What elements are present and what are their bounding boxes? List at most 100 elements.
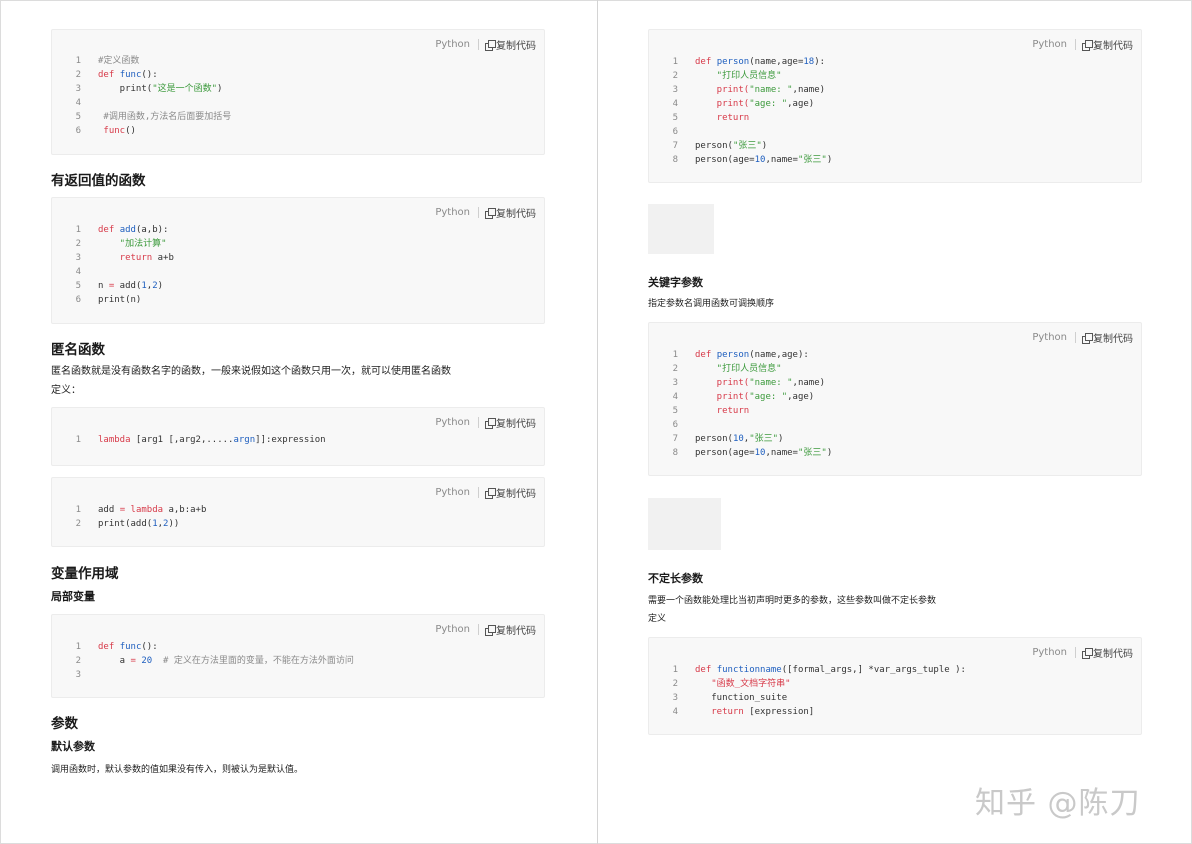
code-language-label: Python <box>435 624 479 635</box>
code-text: a <box>98 656 131 666</box>
copy-icon <box>485 488 496 499</box>
code-block: Python 复制代码 1 def add(a,b): 2 "加法计算" 3 re… <box>51 197 545 324</box>
default-parameters-description: 调用函数时，默认参数的值如果没有传入，则被认为是默认值。 <box>51 765 304 775</box>
copy-code-button[interactable]: 复制代码 <box>485 37 536 52</box>
line-number: 4 <box>75 267 81 277</box>
code-text: )) <box>168 519 180 529</box>
code-language-label: Python <box>435 487 479 498</box>
line-number: 1 <box>75 56 81 66</box>
heading-variable-length-parameters: 不定长参数 <box>648 572 703 585</box>
line-number: 3 <box>75 84 81 94</box>
page-divider <box>597 0 598 844</box>
code-language-label: Python <box>1032 39 1076 50</box>
code-text: ) <box>217 84 223 94</box>
copy-code-button[interactable]: 复制代码 <box>1082 330 1133 345</box>
code-comment: #调用函数,方法名后面要加括号 <box>98 112 232 122</box>
line-number: 3 <box>672 693 678 703</box>
line-number: 2 <box>75 656 81 666</box>
code-string: "张三" <box>797 448 827 458</box>
code-text: person(age= <box>695 155 755 165</box>
line-number: 5 <box>672 113 678 123</box>
line-number: 6 <box>672 127 678 137</box>
code-text: ) <box>761 141 768 151</box>
code-text: ,name= <box>765 155 798 165</box>
code-keyword: def <box>695 57 712 67</box>
code-text: add <box>98 505 120 515</box>
copy-code-button[interactable]: 复制代码 <box>1082 37 1133 52</box>
watermark: 知乎 @陈刀 <box>975 786 1141 821</box>
image-placeholder <box>648 498 721 550</box>
code-header: Python 复制代码 <box>435 37 536 52</box>
line-number: 1 <box>75 642 81 652</box>
code-text: a,b:a+b <box>163 505 207 515</box>
code-text: person( <box>695 434 733 444</box>
code-language-label: Python <box>435 207 479 218</box>
line-number: 1 <box>672 57 678 67</box>
code-string: "name: " <box>749 85 793 95</box>
code-function: func <box>119 642 142 652</box>
copy-code-button[interactable]: 复制代码 <box>1082 645 1133 660</box>
code-string: "打印人员信息" <box>695 71 782 81</box>
code-text: print(n) <box>98 295 142 305</box>
code-text: ,age) <box>787 99 815 109</box>
anonymous-description: 匿名函数就是没有函数名字的函数，一般来说假如这个函数只用一次，就可以使用匿名函数 <box>51 366 451 377</box>
code-string: "张三" <box>749 434 779 444</box>
code-comment: # 定义在方法里面的变量，不能在方法外面访问 <box>152 656 354 666</box>
code-text: ,name) <box>792 378 826 388</box>
code-text: print(add( <box>98 519 153 529</box>
copy-icon <box>1082 40 1093 51</box>
line-number: 2 <box>75 519 81 529</box>
copy-icon <box>485 418 496 429</box>
copy-code-button[interactable]: 复制代码 <box>485 485 536 500</box>
line-number: 6 <box>672 420 678 430</box>
code-keyword: return <box>695 406 750 416</box>
code-string: "age: " <box>749 99 788 109</box>
code-header: Python 复制代码 <box>435 415 536 430</box>
heading-keyword-parameters: 关键字参数 <box>648 276 703 289</box>
code-text: n <box>98 281 109 291</box>
code-identifier: argn <box>233 435 256 445</box>
line-number: 6 <box>75 295 81 305</box>
code-text: ) <box>826 448 833 458</box>
code-header: Python 复制代码 <box>435 485 536 500</box>
copy-code-label: 复制代码 <box>1093 41 1133 52</box>
line-number: 5 <box>672 406 678 416</box>
copy-code-label: 复制代码 <box>496 209 536 220</box>
copy-code-label: 复制代码 <box>496 419 536 430</box>
code-string: "函数_文档字符串" <box>695 679 791 689</box>
code-header: Python 复制代码 <box>435 622 536 637</box>
code-text: (): <box>141 642 158 652</box>
line-number: 6 <box>75 126 81 136</box>
code-keyword: return <box>695 113 750 123</box>
code-keyword: def <box>98 225 115 235</box>
code-string: "打印人员信息" <box>695 364 782 374</box>
code-number: 18 <box>803 57 815 67</box>
line-number: 3 <box>672 378 678 388</box>
code-text: a+b <box>152 253 174 263</box>
heading-default-parameters: 默认参数 <box>51 740 95 753</box>
code-block: Python 复制代码 1 def person(name,age=18): 2 … <box>648 29 1142 183</box>
code-block: Python 复制代码 1 add = lambda a,b:a+b 2 print… <box>51 477 545 547</box>
copy-code-button[interactable]: 复制代码 <box>485 622 536 637</box>
code-function-call: print( <box>695 85 750 95</box>
copy-code-label: 复制代码 <box>496 489 536 500</box>
copy-code-button[interactable]: 复制代码 <box>485 205 536 220</box>
line-number: 1 <box>75 505 81 515</box>
line-number: 1 <box>75 435 81 445</box>
heading-local-variable: 局部变量 <box>51 590 95 603</box>
code-keyword: return <box>98 253 153 263</box>
code-number: 10 <box>754 155 766 165</box>
code-function-call: func <box>98 126 126 136</box>
code-function: func <box>119 70 142 80</box>
keyword-parameters-description: 指定参数名调用函数可调换顺序 <box>648 299 775 309</box>
code-text: ,name= <box>765 448 798 458</box>
copy-code-label: 复制代码 <box>496 626 536 637</box>
line-number: 8 <box>672 448 678 458</box>
code-header: Python 复制代码 <box>1032 645 1133 660</box>
code-text: [expression] <box>743 707 815 717</box>
heading-variable-scope: 变量作用域 <box>51 566 119 582</box>
copy-code-label: 复制代码 <box>496 41 536 52</box>
code-function: functionname <box>716 665 782 675</box>
copy-code-button[interactable]: 复制代码 <box>485 415 536 430</box>
line-number: 4 <box>672 99 678 109</box>
